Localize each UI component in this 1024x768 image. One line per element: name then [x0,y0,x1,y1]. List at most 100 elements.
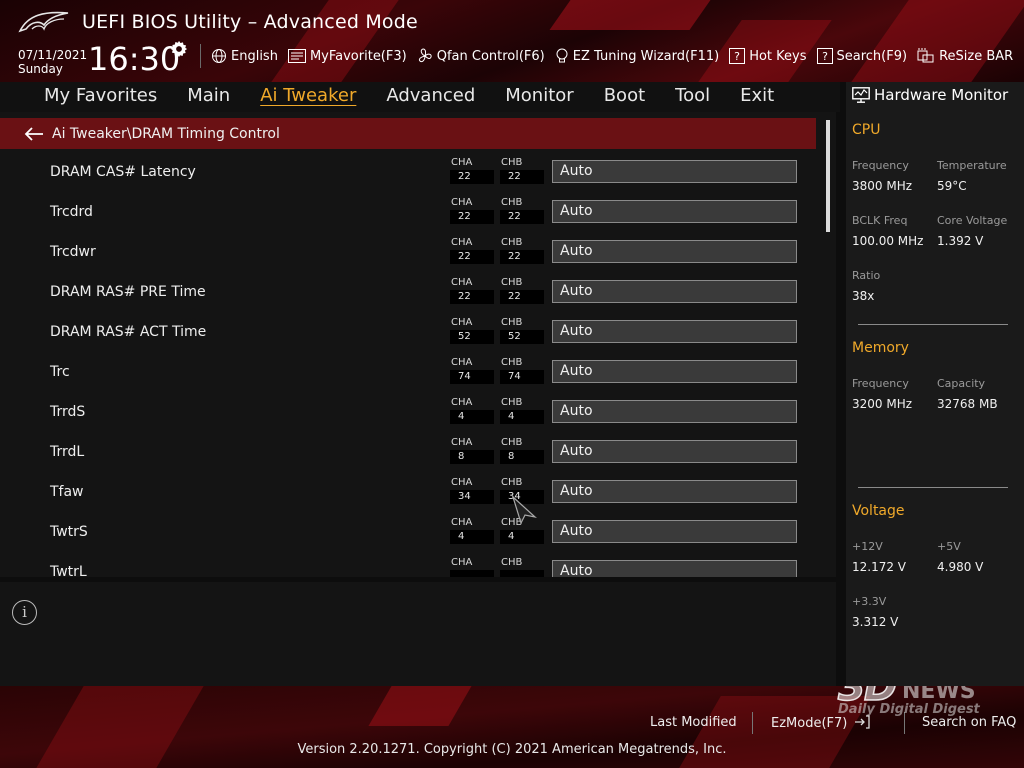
channel-a-label: CHA [451,477,473,488]
svg-text:?: ? [822,50,828,63]
footer: Last Modified EzMode(F7) Search on FAQ V… [0,686,1024,768]
language-button[interactable]: English [211,48,278,64]
qfan-control-label: Qfan Control(F6) [436,48,545,64]
channel-a-value: 22 [450,170,494,184]
channel-b-value: 22 [500,210,544,224]
setting-row[interactable]: Trc CHA 74 CHB 74 Auto [0,351,816,391]
section-divider [858,324,1008,325]
setting-row[interactable]: TwtrS CHA 4 CHB 4 Auto [0,511,816,551]
scrollbar-thumb[interactable] [826,120,830,232]
channel-b-value: 22 [500,250,544,264]
channel-b-readout: CHB 74 [500,357,544,385]
resize-bar-button[interactable]: ReSize BAR [917,48,1013,64]
setting-label: Trcdwr [50,244,96,260]
memory-frequency-label: Frequency [852,377,909,390]
last-modified-button[interactable]: Last Modified [650,715,737,730]
section-divider [858,487,1008,488]
search-on-faq-button[interactable]: Search on FAQ [922,715,1016,730]
setting-value-field[interactable]: Auto [552,280,797,303]
channel-a-label: CHA [451,437,473,448]
channel-b-readout: CHB 4 [500,397,544,425]
tab-monitor[interactable]: Monitor [505,82,573,112]
setting-value-field[interactable]: Auto [552,440,797,463]
hot-keys-button[interactable]: ? Hot Keys [729,48,807,64]
globe-icon [212,49,226,63]
setting-value-field[interactable]: Auto [552,360,797,383]
channel-b-readout: CHB 22 [500,277,544,305]
setting-label: TrrdS [50,404,86,420]
setting-row[interactable]: TrrdL CHA 8 CHB 8 Auto [0,431,816,471]
channel-a-readout: CHA 22 [450,237,494,265]
setting-value-field[interactable]: Auto [552,480,797,503]
channel-a-value: 22 [450,250,494,264]
hardware-monitor-title-text: Hardware Monitor [874,86,1009,104]
channel-a-readout: CHA [450,557,494,577]
watermark-tagline: Daily Digital Digest [838,702,980,717]
setting-value-field[interactable]: Auto [552,240,797,263]
core-voltage-label: Core Voltage [937,214,1008,227]
setting-value-field[interactable]: Auto [552,400,797,423]
back-arrow-icon[interactable] [24,126,44,141]
setting-label: DRAM RAS# ACT Time [50,324,207,340]
tab-main[interactable]: Main [187,82,230,112]
setting-value-field[interactable]: Auto [552,560,797,577]
breadcrumb[interactable]: Ai Tweaker\DRAM Timing Control [0,118,816,149]
channel-b-label: CHB [501,397,523,408]
setting-label: Tfaw [50,484,84,500]
bclk-value: 100.00 MHz [852,234,924,248]
channel-a-label: CHA [451,357,473,368]
tab-tool[interactable]: Tool [675,82,710,112]
channel-a-readout: CHA 22 [450,197,494,225]
monitor-icon [852,87,870,103]
setting-row[interactable]: DRAM RAS# PRE Time CHA 22 CHB 22 Auto [0,271,816,311]
date-display: 07/11/2021 Sunday [18,48,87,76]
channel-a-value [450,570,494,577]
gear-icon[interactable] [170,40,188,58]
setting-label: TwtrL [50,564,87,577]
channel-b-label: CHB [501,477,523,488]
v5-label: +5V [937,540,961,553]
channel-a-readout: CHA 34 [450,477,494,505]
memory-capacity-value: 32768 MB [937,397,998,411]
channel-b-value: 8 [500,450,544,464]
channel-b-label: CHB [501,317,523,328]
ratio-value: 38x [852,289,875,303]
hardware-monitor-title: Hardware Monitor [852,86,1008,104]
channel-a-label: CHA [451,197,473,208]
ez-tuning-wizard-button[interactable]: EZ Tuning Wizard(F11) [555,48,719,64]
channel-a-value: 4 [450,530,494,544]
v5-value: 4.980 V [937,560,984,574]
day-text: Sunday [18,62,63,76]
setting-row[interactable]: Tfaw CHA 34 CHB 34 Auto [0,471,816,511]
setting-value-field[interactable]: Auto [552,160,797,183]
setting-value-field[interactable]: Auto [552,200,797,223]
setting-value-field[interactable]: Auto [552,520,797,543]
qfan-control-button[interactable]: Qfan Control(F6) [417,48,545,64]
setting-row[interactable]: Trcdrd CHA 22 CHB 22 Auto [0,191,816,231]
ezmode-button[interactable]: EzMode(F7) [771,715,870,731]
setting-row[interactable]: Trcdwr CHA 22 CHB 22 Auto [0,231,816,271]
channel-a-value: 8 [450,450,494,464]
bclk-label: BCLK Freq [852,214,908,227]
search-button[interactable]: ? Search(F9) [816,48,907,64]
tab-advanced[interactable]: Advanced [386,82,475,112]
setting-row[interactable]: DRAM RAS# ACT Time CHA 52 CHB 52 Auto [0,311,816,351]
tab-boot[interactable]: Boot [604,82,645,112]
channel-a-readout: CHA 4 [450,397,494,425]
cpu-temperature-value: 59°C [937,179,967,193]
myfavorite-button[interactable]: MyFavorite(F3) [287,49,407,64]
channel-b-readout: CHB 52 [500,317,544,345]
setting-row[interactable]: TwtrL CHA CHB Auto [0,551,816,577]
channel-a-value: 34 [450,490,494,504]
setting-value-field[interactable]: Auto [552,320,797,343]
tab-exit[interactable]: Exit [740,82,774,112]
question-box-icon: ? [729,48,746,64]
setting-row[interactable]: DRAM CAS# Latency CHA 22 CHB 22 Auto [0,151,816,191]
clock: 16:30 [88,40,181,78]
tab-ai-tweaker[interactable]: Ai Tweaker [260,82,356,112]
channel-b-label: CHB [501,197,523,208]
tab-my-favorites[interactable]: My Favorites [44,82,157,112]
setting-row[interactable]: TrrdS CHA 4 CHB 4 Auto [0,391,816,431]
cpu-heading: CPU [852,122,881,138]
channel-b-label: CHB [501,357,523,368]
